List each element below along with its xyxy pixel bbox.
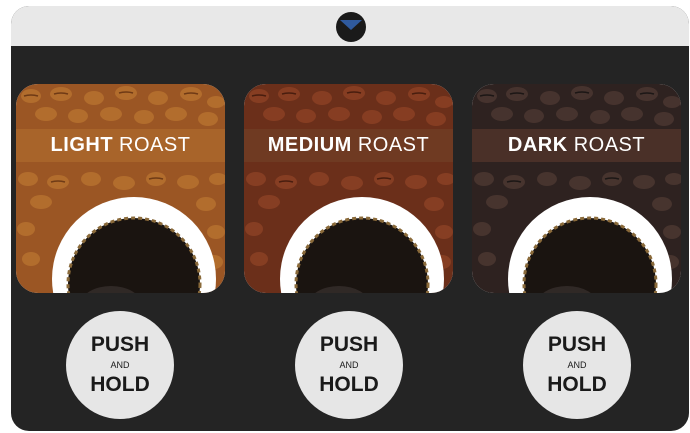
medium-roast-label: ROAST xyxy=(357,134,430,156)
push-label: PUSH xyxy=(319,333,379,356)
medium-roast-push-hold-button[interactable]: PUSH AND HOLD xyxy=(295,311,403,419)
brand-logo-icon xyxy=(336,12,366,42)
light-roast-image xyxy=(16,84,225,293)
dark-roast-tile: DARK ROAST xyxy=(472,84,681,293)
hold-label: HOLD xyxy=(547,373,607,396)
medium-roast-tile: MEDIUM ROAST xyxy=(244,84,453,293)
and-label: AND xyxy=(339,360,359,370)
light-roast-banner: LIGHT ROAST xyxy=(16,129,225,162)
light-roast-push-hold-button[interactable]: PUSH AND HOLD xyxy=(66,311,174,419)
light-roast-bold-label: LIGHT xyxy=(50,134,114,156)
coffee-selection-panel: LIGHT ROAST MEDIUM ROAST DARK ROAST PUSH… xyxy=(11,6,689,431)
header-bar xyxy=(11,6,689,46)
dark-roast-label: ROAST xyxy=(573,134,646,156)
push-label: PUSH xyxy=(547,333,607,356)
dark-roast-push-hold-button[interactable]: PUSH AND HOLD xyxy=(523,311,631,419)
dark-roast-image xyxy=(472,84,681,293)
light-roast-tile: LIGHT ROAST xyxy=(16,84,225,293)
dark-roast-bold-label: DARK xyxy=(507,134,568,156)
hold-label: HOLD xyxy=(319,373,379,396)
push-label: PUSH xyxy=(90,333,150,356)
hold-label: HOLD xyxy=(90,373,150,396)
medium-roast-banner: MEDIUM ROAST xyxy=(244,129,453,162)
and-label: AND xyxy=(567,360,587,370)
dark-roast-banner: DARK ROAST xyxy=(472,129,681,162)
medium-roast-image xyxy=(244,84,453,293)
and-label: AND xyxy=(110,360,130,370)
light-roast-label: ROAST xyxy=(119,134,191,156)
medium-roast-bold-label: MEDIUM xyxy=(267,134,352,156)
